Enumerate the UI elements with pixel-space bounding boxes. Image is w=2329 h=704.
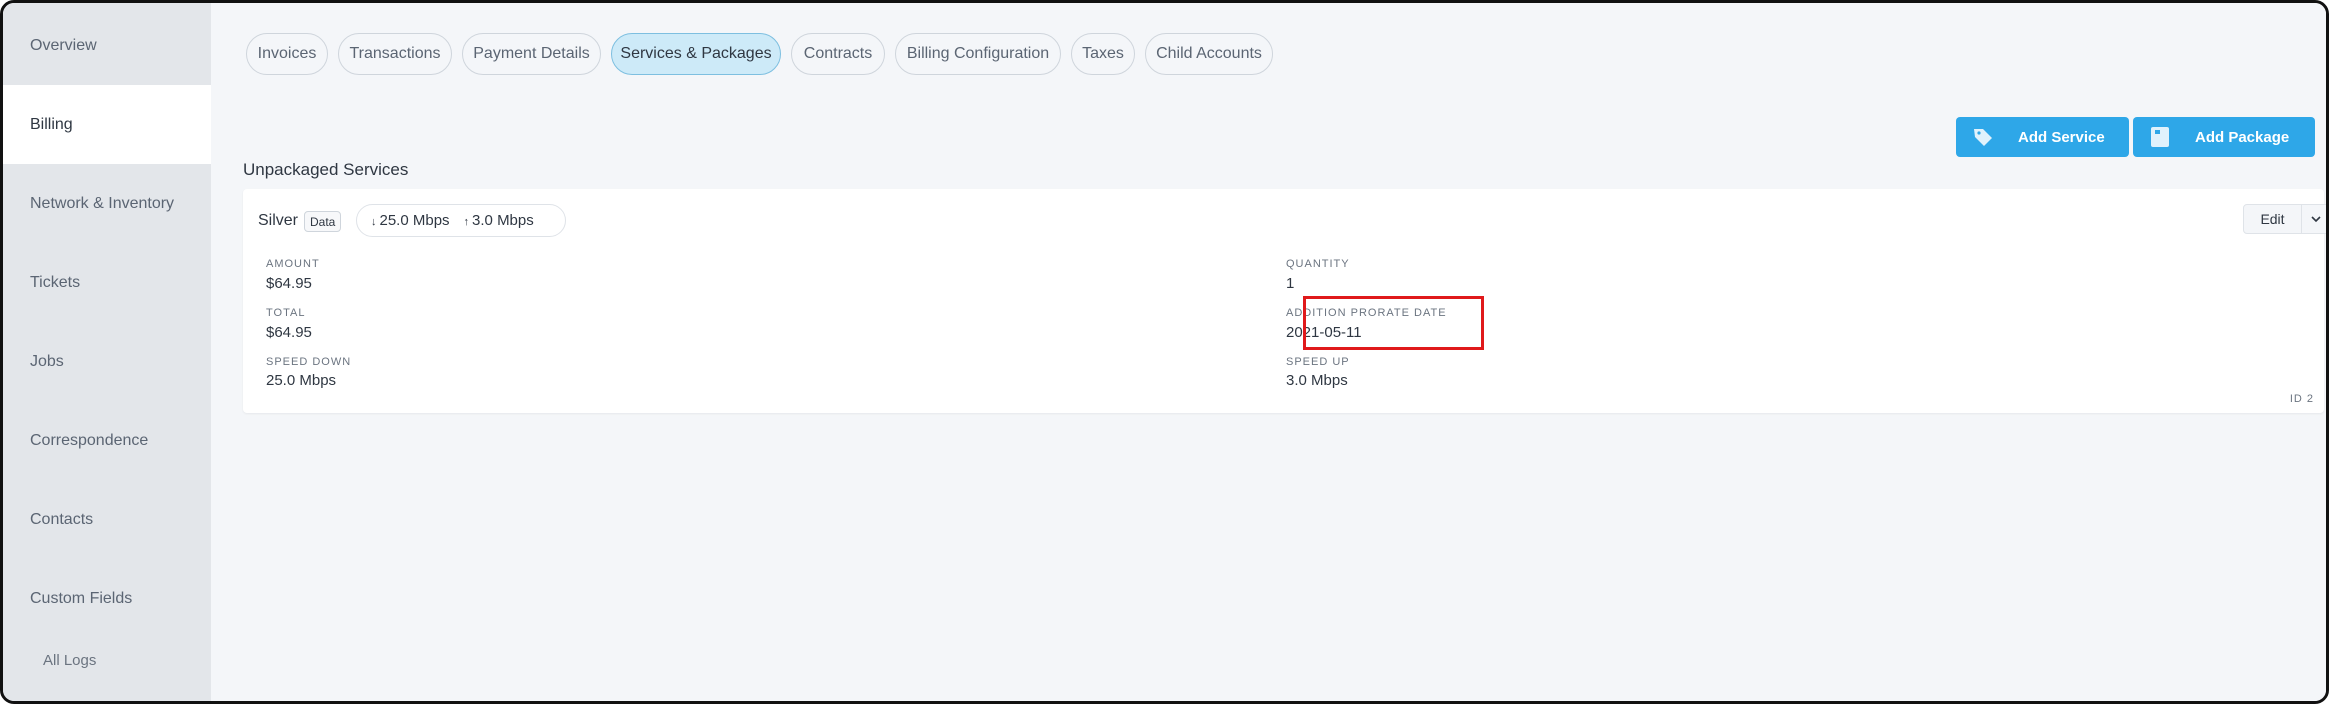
sidebar-item-overview[interactable]: Overview: [3, 6, 211, 85]
service-card: Silver Data ↓ 25.0 Mbps ↑ 3.0 Mbps Edit AM…: [243, 189, 2326, 413]
sidebar-item-contacts[interactable]: Contacts: [3, 480, 211, 559]
sidebar: Overview Billing Network & Inventory Tic…: [3, 3, 211, 701]
speed-up-value: 3.0 Mbps: [1286, 372, 1348, 389]
sidebar-item-jobs[interactable]: Jobs: [3, 322, 211, 401]
tab-services-packages[interactable]: Services & Packages: [611, 33, 781, 75]
service-name: Silver: [258, 212, 299, 229]
sidebar-item-tickets[interactable]: Tickets: [3, 243, 211, 322]
speed-up-summary-value: 3.0 Mbps: [472, 212, 534, 229]
speed-down-summary-value: 25.0 Mbps: [379, 212, 450, 229]
tab-child-accounts[interactable]: Child Accounts: [1145, 33, 1273, 75]
speed-up-label: SPEED UP: [1286, 356, 1350, 368]
tab-taxes[interactable]: Taxes: [1071, 33, 1135, 75]
quantity-value: 1: [1286, 275, 1295, 292]
sidebar-item-correspondence[interactable]: Correspondence: [3, 401, 211, 480]
speed-up-summary: ↑ 3.0 Mbps: [464, 212, 534, 229]
sidebar-item-all-logs[interactable]: All Logs: [3, 621, 211, 700]
quantity-label: QUANTITY: [1286, 258, 1350, 270]
chevron-down-icon[interactable]: [2302, 215, 2326, 223]
tag-icon: [1972, 126, 1994, 148]
edit-button-group: Edit: [2243, 204, 2326, 234]
speed-down-label: SPEED DOWN: [266, 356, 352, 368]
service-id-label: ID 2: [2289, 393, 2314, 405]
add-package-button[interactable]: Add Package: [2133, 117, 2315, 157]
sidebar-item-billing[interactable]: Billing: [3, 85, 211, 164]
arrow-down-icon: ↓: [371, 216, 377, 228]
amount-value: $64.95: [266, 275, 312, 292]
tab-contracts[interactable]: Contracts: [791, 33, 885, 75]
main-content: Invoices Transactions Payment Details Se…: [211, 3, 2326, 701]
highlight-box: [1303, 296, 1484, 350]
speed-summary: ↓ 25.0 Mbps ↑ 3.0 Mbps: [356, 204, 566, 237]
edit-button[interactable]: Edit: [2244, 205, 2302, 233]
service-type-badge: Data: [304, 211, 342, 232]
tab-transactions[interactable]: Transactions: [338, 33, 452, 75]
section-title: Unpackaged Services: [243, 160, 409, 179]
add-service-button[interactable]: Add Service: [1956, 117, 2129, 157]
amount-label: AMOUNT: [266, 258, 320, 270]
speed-down-summary: ↓ 25.0 Mbps: [371, 212, 450, 229]
speed-down-value: 25.0 Mbps: [266, 372, 337, 389]
tab-invoices[interactable]: Invoices: [246, 33, 328, 75]
add-service-label: Add Service: [2018, 128, 2105, 146]
add-package-label: Add Package: [2195, 128, 2290, 146]
package-icon: [2149, 126, 2171, 148]
tab-billing-configuration[interactable]: Billing Configuration: [895, 33, 1061, 75]
total-label: TOTAL: [266, 307, 306, 319]
app-window: Overview Billing Network & Inventory Tic…: [0, 0, 2329, 704]
tab-payment-details[interactable]: Payment Details: [462, 33, 601, 75]
sidebar-item-network-inventory[interactable]: Network & Inventory: [3, 164, 211, 243]
total-value: $64.95: [266, 324, 312, 341]
arrow-up-icon: ↑: [463, 216, 470, 228]
